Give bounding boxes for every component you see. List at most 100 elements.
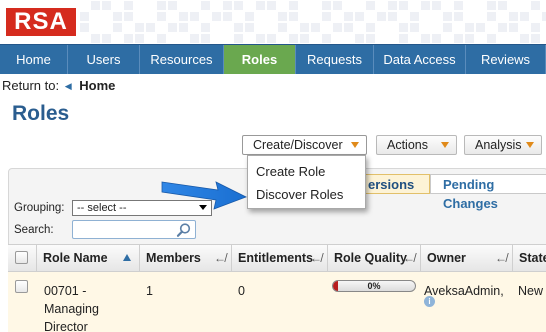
pattern-square: [278, 12, 287, 21]
create-discover-label: Create/Discover: [253, 138, 343, 152]
pattern-square: [168, 1, 177, 10]
pattern-square: [498, 1, 507, 10]
pattern-square: [344, 12, 353, 21]
search-label: Search:: [14, 224, 54, 236]
menu-item-discover-roles[interactable]: Discover Roles: [256, 187, 343, 202]
pattern-square: [146, 23, 155, 32]
pattern-square: [289, 1, 298, 10]
role-name-link[interactable]: 00701 - Managing Director: [44, 282, 134, 332]
column-members[interactable]: Members ↚: [140, 244, 232, 272]
pattern-square: [399, 34, 408, 43]
select-all-checkbox[interactable]: [15, 251, 28, 264]
analysis-label: Analysis: [475, 138, 522, 152]
pattern-square: [476, 23, 485, 32]
pattern-square: [113, 12, 122, 21]
pattern-square: [454, 34, 463, 43]
pattern-square: [190, 34, 199, 43]
actions-button[interactable]: Actions: [376, 135, 457, 155]
breadcrumb-home-link[interactable]: Home: [79, 78, 115, 93]
rsa-logo: RSA: [6, 8, 76, 36]
pattern-square: [454, 12, 463, 21]
menu-item-create-role[interactable]: Create Role: [256, 164, 325, 179]
header-banner: RSA: [0, 0, 546, 44]
pattern-square: [256, 1, 265, 10]
arrow-callout-icon: [161, 181, 247, 210]
role-name-line: Managing: [44, 302, 99, 316]
analysis-button[interactable]: Analysis: [464, 135, 542, 155]
pattern-square: [344, 23, 353, 32]
sort-icon: ↚: [310, 251, 322, 265]
header-pattern: [80, 0, 546, 44]
back-arrow-icon: ◀: [64, 81, 72, 91]
nav-users[interactable]: Users: [68, 45, 140, 74]
pattern-square: [520, 34, 529, 43]
pattern-square: [465, 34, 474, 43]
pattern-square: [245, 23, 254, 32]
pattern-square: [135, 23, 144, 32]
pattern-square: [91, 34, 100, 43]
info-icon[interactable]: i: [424, 296, 435, 307]
role-quality-bar: 0%: [332, 280, 416, 292]
main-nav: Home Users Resources Roles Requests Data…: [0, 44, 546, 74]
column-role-quality-label: Role Quality: [334, 251, 407, 265]
role-name-line: 00701 -: [44, 284, 87, 298]
pattern-square: [234, 34, 243, 43]
pattern-square: [388, 12, 397, 21]
pattern-square: [124, 12, 133, 21]
create-discover-menu: Create Role Discover Roles: [247, 155, 366, 209]
nav-resources[interactable]: Resources: [140, 45, 224, 74]
pattern-square: [388, 1, 397, 10]
pattern-square: [454, 1, 463, 10]
column-role-name[interactable]: Role Name: [37, 244, 140, 272]
breadcrumb-prefix: Return to:: [2, 78, 60, 93]
state-value: New: [518, 284, 544, 298]
dropdown-caret-icon: [526, 142, 534, 148]
pattern-square: [487, 12, 496, 21]
pattern-square: [157, 12, 166, 21]
owner-name[interactable]: AveksaAdmin,: [424, 282, 504, 300]
pattern-square: [289, 34, 298, 43]
pattern-square: [300, 34, 309, 43]
column-members-label: Members: [146, 251, 201, 265]
search-icon[interactable]: [176, 222, 192, 238]
column-state[interactable]: State: [513, 244, 546, 272]
pattern-square: [102, 34, 111, 43]
pattern-square: [289, 12, 298, 21]
pattern-square: [201, 34, 210, 43]
nav-roles[interactable]: Roles: [224, 45, 296, 74]
pattern-square: [124, 1, 133, 10]
sort-icon: ↚: [403, 251, 415, 265]
pattern-square: [190, 12, 199, 21]
nav-home[interactable]: Home: [0, 45, 68, 74]
pattern-square: [245, 12, 254, 21]
pattern-square: [498, 23, 507, 32]
pattern-square: [91, 1, 100, 10]
pattern-square: [520, 12, 529, 21]
column-role-quality[interactable]: Role Quality ↚: [328, 244, 421, 272]
pattern-square: [267, 34, 276, 43]
pattern-square: [201, 1, 210, 10]
pattern-square: [80, 12, 89, 21]
pattern-square: [80, 23, 89, 32]
pattern-square: [135, 34, 144, 43]
pattern-square: [531, 23, 540, 32]
pattern-square: [487, 1, 496, 10]
nav-data-access[interactable]: Data Access: [374, 45, 466, 74]
pattern-square: [157, 34, 166, 43]
row-checkbox[interactable]: [15, 280, 28, 293]
tab-pending-changes[interactable]: Pending Changes: [430, 174, 546, 211]
sort-icon: ↚: [214, 251, 226, 265]
pattern-square: [355, 34, 364, 43]
nav-reviews[interactable]: Reviews: [466, 45, 546, 74]
dropdown-caret-icon: [351, 142, 359, 148]
pattern-square: [168, 23, 177, 32]
column-owner[interactable]: Owner ↚: [421, 244, 513, 272]
nav-requests[interactable]: Requests: [296, 45, 374, 74]
column-entitlements[interactable]: Entitlements ↚: [232, 244, 328, 272]
grouping-select-value: -- select --: [77, 202, 127, 214]
app-root: RSA Home Users Resources Roles Requests …: [0, 0, 546, 332]
tab-versions[interactable]: ersions: [364, 174, 430, 194]
create-discover-button[interactable]: Create/Discover: [242, 135, 367, 155]
pattern-square: [179, 23, 188, 32]
pattern-square: [311, 23, 320, 32]
